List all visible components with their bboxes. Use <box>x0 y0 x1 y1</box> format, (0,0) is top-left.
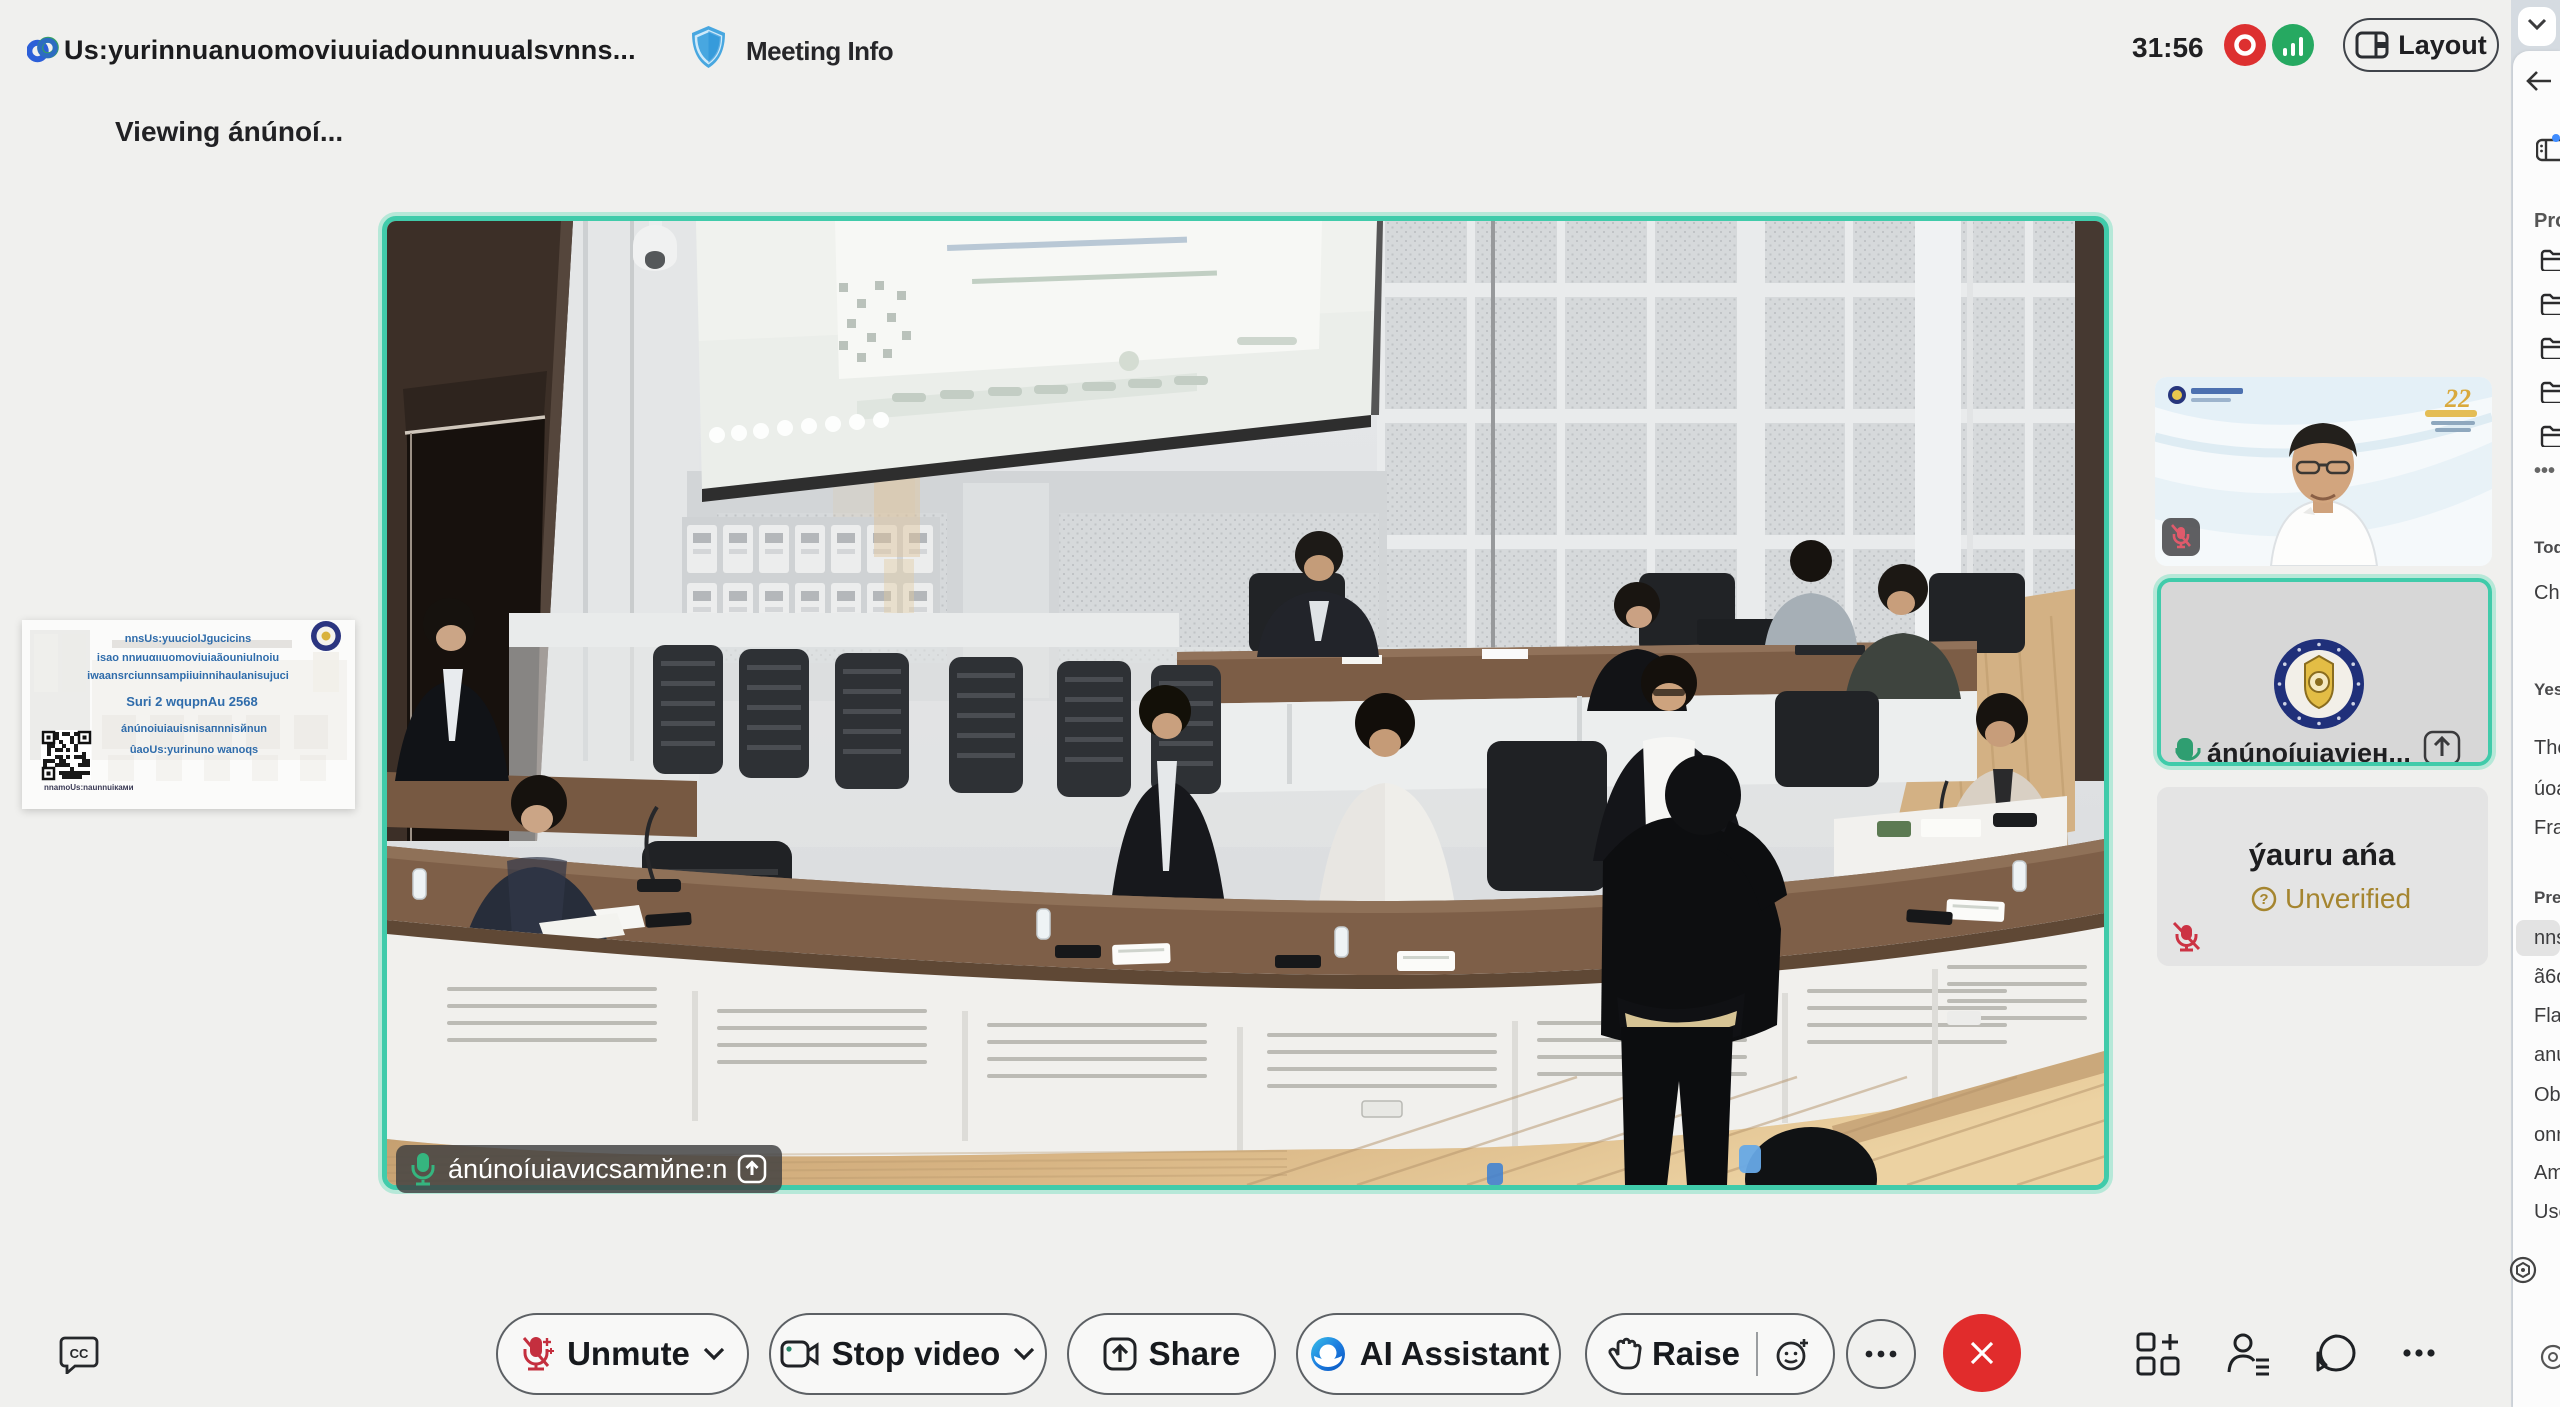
svg-text:Unverified: Unverified <box>2285 883 2411 914</box>
svg-text:nnamoUs:naunnuiками: nnamoUs:naunnuiками <box>44 783 134 792</box>
svg-text:Suri 2 wqupnAu 2568: Suri 2 wqupnAu 2568 <box>126 694 257 709</box>
svg-text:22: 22 <box>2444 384 2471 413</box>
svg-text:ýauru ańa: ýauru ańa <box>2249 837 2396 872</box>
svg-text:CC: CC <box>70 1346 89 1361</box>
svg-text:isao nnиuαιιuomoviuiaãouniulno: isao nnиuαιιuomoviuiaãouniulnoiu <box>97 652 279 664</box>
svg-text:nnsUs:yuuciolJgucicins: nnsUs:yuuciolJgucicins <box>125 633 252 645</box>
svg-text:ánúnoiuiauisnisапnnisйnun: ánúnoiuiauisnisапnnisйnun <box>121 723 267 735</box>
svg-text:?: ? <box>2259 891 2268 908</box>
svg-text:ánúnoíuiaviен...: ánúnoíuiaviен... <box>2207 738 2411 762</box>
svg-text:ûaoUs:yurinuno wanoqs: ûaoUs:yurinuno wanoqs <box>130 744 258 756</box>
svg-text:iwaansrciunnsampiiuinnihaulani: iwaansrciunnsampiiuinnihaulanisujuci <box>87 670 289 682</box>
